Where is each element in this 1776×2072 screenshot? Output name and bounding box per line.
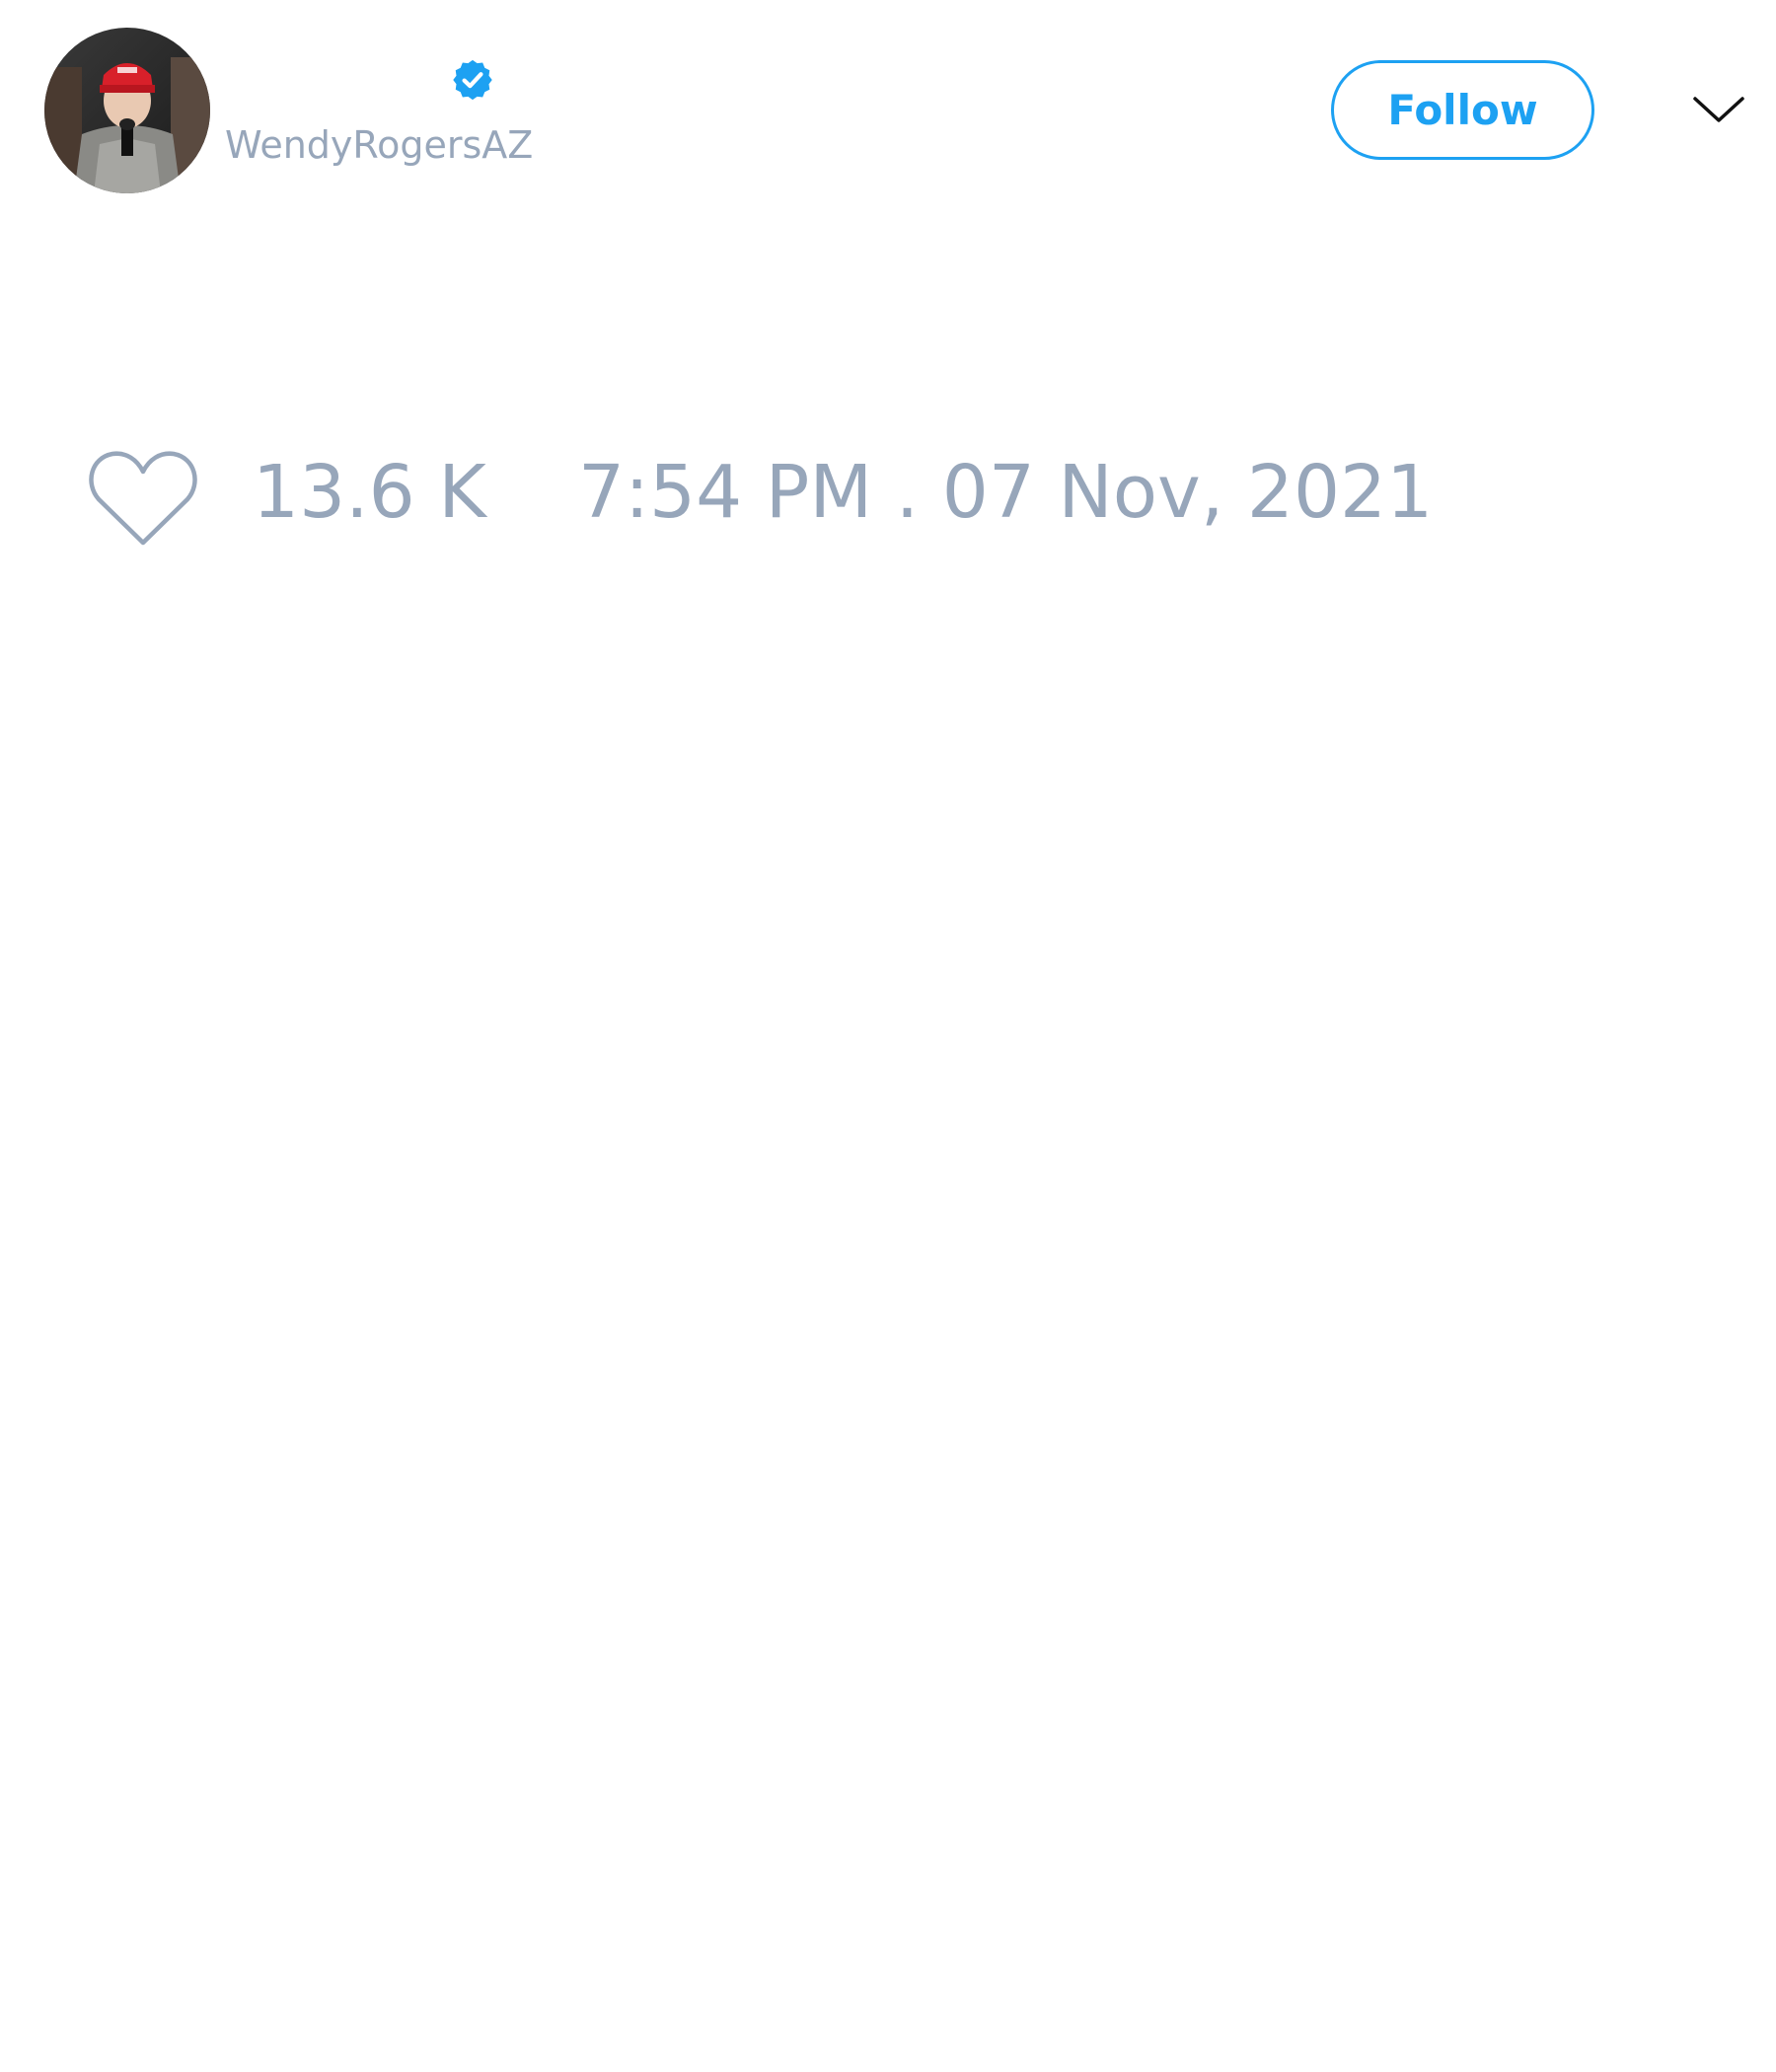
heart-outline-icon[interactable] [87, 448, 199, 551]
like-count: 13.6 K [253, 450, 486, 535]
tweet-timestamp[interactable]: 7:54 PM . 07 Nov, 2021 [578, 456, 1433, 529]
avatar[interactable] [44, 28, 210, 193]
user-handle[interactable]: WendyRogersAZ [225, 126, 533, 164]
follow-button[interactable]: Follow [1331, 60, 1594, 160]
chevron-down-icon[interactable] [1689, 89, 1748, 128]
verified-badge-icon [453, 59, 492, 101]
avatar-photo [44, 28, 210, 193]
tweet-header: WendyRogersAZ Follow [0, 0, 1776, 217]
tweet-actions: 13.6 K 7:54 PM . 07 Nov, 2021 [0, 434, 1776, 572]
